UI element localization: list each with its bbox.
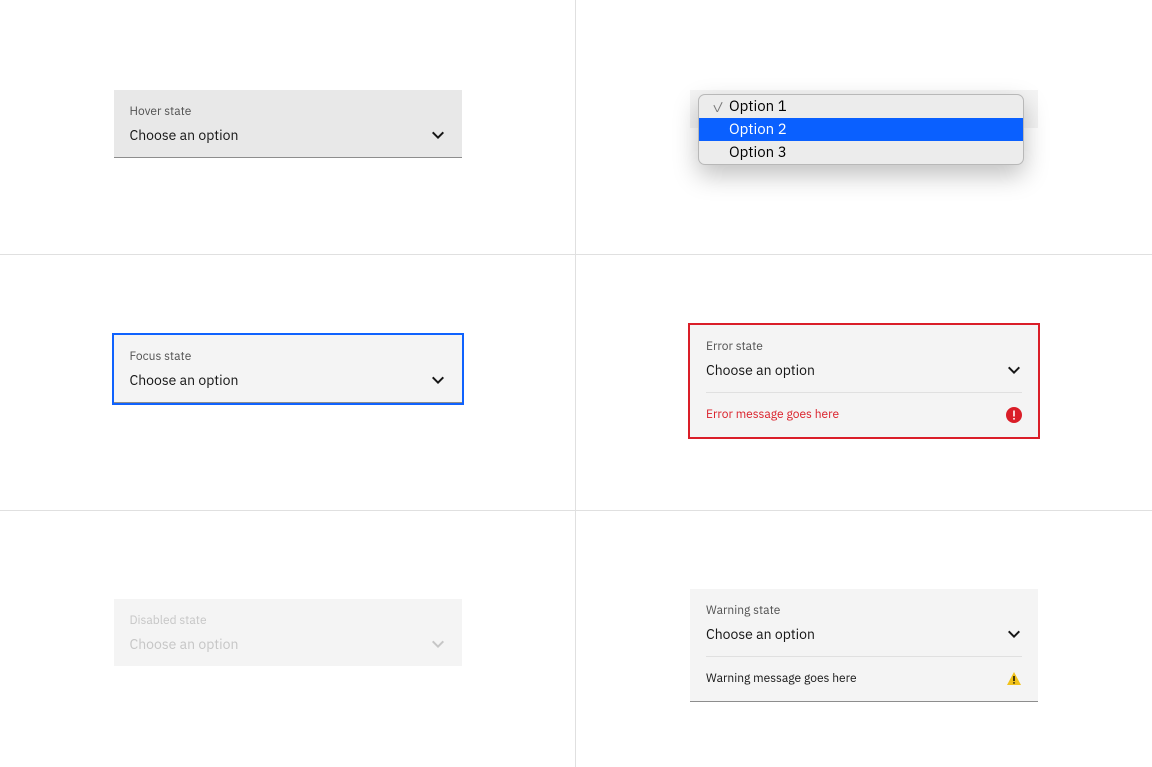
dropdown-label: Focus state bbox=[114, 335, 462, 365]
dropdown-error[interactable]: Error state Choose an option Error messa… bbox=[690, 325, 1038, 437]
chevron-down-icon bbox=[430, 636, 446, 652]
dropdown-label: Error state bbox=[690, 325, 1038, 355]
dropdown-field[interactable]: Choose an option bbox=[690, 355, 1038, 392]
dropdown-field[interactable]: Choose an option bbox=[114, 365, 462, 402]
menu-item-label: Option 3 bbox=[729, 143, 787, 162]
warning-icon bbox=[1006, 671, 1022, 687]
dropdown-field: Choose an option bbox=[114, 629, 462, 666]
error-message-row: Error message goes here bbox=[690, 393, 1038, 437]
chevron-down-icon bbox=[1006, 362, 1022, 378]
dropdown-field[interactable]: Choose an option bbox=[690, 619, 1038, 656]
chevron-down-icon bbox=[1006, 626, 1022, 642]
chevron-down-icon bbox=[430, 372, 446, 388]
menu-item-label: Option 1 bbox=[729, 97, 787, 116]
dropdown-label: Warning state bbox=[690, 589, 1038, 619]
warning-message-row: Warning message goes here bbox=[690, 657, 1038, 701]
menu-item-label: Option 2 bbox=[729, 120, 787, 139]
dropdown-disabled: Disabled state Choose an option bbox=[114, 599, 462, 666]
dropdown-label: Hover state bbox=[114, 90, 462, 120]
menu-item-option-2[interactable]: Option 2 bbox=[699, 118, 1023, 141]
menu-item-option-3[interactable]: Option 3 bbox=[699, 141, 1023, 164]
dropdown-menu[interactable]: ✓ Option 1 Option 2 Option 3 bbox=[698, 94, 1024, 165]
dropdown-label: Disabled state bbox=[114, 599, 462, 629]
dropdown-hover[interactable]: Hover state Choose an option bbox=[114, 90, 462, 158]
error-message: Error message goes here bbox=[706, 407, 839, 422]
dropdown-value: Choose an option bbox=[706, 625, 815, 643]
dropdown-field[interactable]: Choose an option bbox=[114, 120, 462, 157]
error-icon bbox=[1006, 407, 1022, 423]
chevron-down-icon bbox=[430, 127, 446, 143]
dropdown-open[interactable]: ✓ Option 1 Option 2 Option 3 bbox=[690, 90, 1038, 128]
check-icon: ✓ bbox=[709, 98, 727, 116]
dropdown-focus[interactable]: Focus state Choose an option bbox=[114, 335, 462, 403]
menu-item-option-1[interactable]: ✓ Option 1 bbox=[699, 95, 1023, 118]
warning-message: Warning message goes here bbox=[706, 671, 857, 686]
dropdown-value: Choose an option bbox=[130, 635, 239, 653]
dropdown-warning[interactable]: Warning state Choose an option Warning m… bbox=[690, 589, 1038, 702]
dropdown-value: Choose an option bbox=[706, 361, 815, 379]
dropdown-value: Choose an option bbox=[130, 126, 239, 144]
dropdown-value: Choose an option bbox=[130, 371, 239, 389]
